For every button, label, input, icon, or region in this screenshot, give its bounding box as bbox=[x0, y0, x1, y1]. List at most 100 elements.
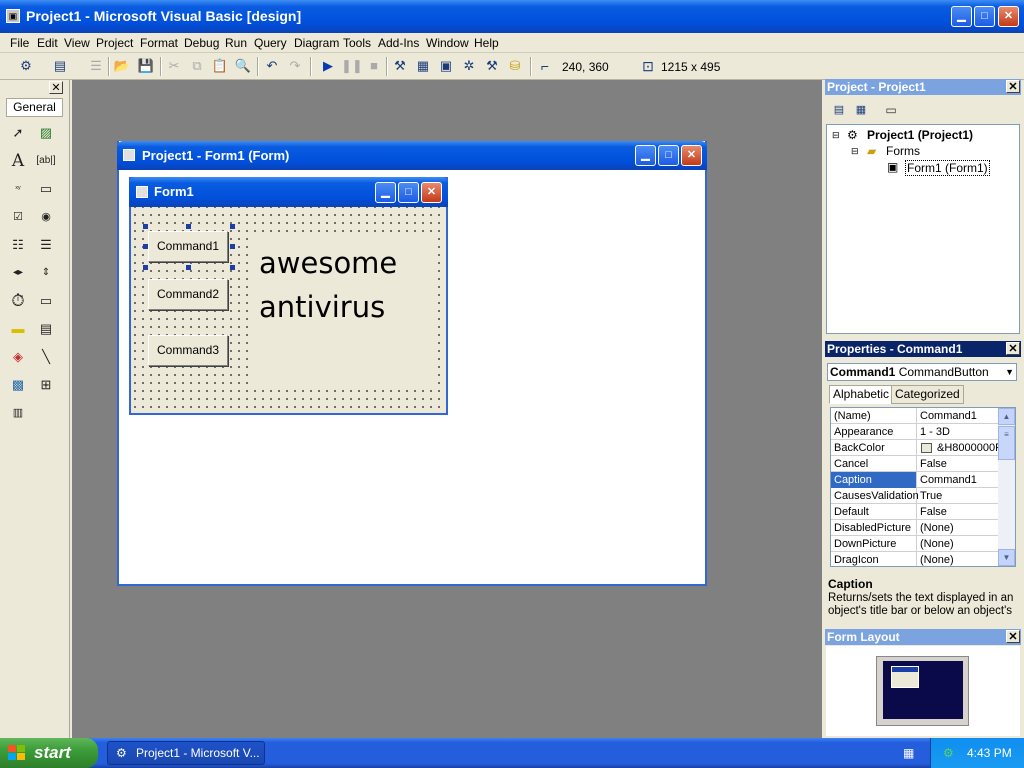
listbox-tool-icon[interactable]: ☰ bbox=[35, 234, 57, 256]
property-row[interactable]: (Name) Command1 bbox=[831, 408, 999, 424]
form-designer-title-bar[interactable]: Project1 - Form1 (Form) bbox=[117, 141, 707, 170]
scroll-up-icon[interactable]: ▲ bbox=[998, 408, 1015, 425]
forms-folder-node[interactable]: Forms bbox=[886, 144, 920, 158]
menu-editor-icon[interactable]: ☰ bbox=[86, 57, 106, 75]
property-row[interactable]: DownPicture (None) bbox=[831, 536, 999, 552]
pointer-tool-icon[interactable]: ➚ bbox=[7, 122, 29, 144]
menu-run[interactable]: Run bbox=[225, 36, 247, 50]
form1-node[interactable]: Form1 (Form1) bbox=[905, 160, 990, 176]
menu-tools[interactable]: Tools bbox=[343, 36, 371, 50]
form1-maximize-button[interactable]: □ bbox=[398, 182, 419, 203]
vb-app-icon[interactable]: ▣ bbox=[6, 9, 20, 23]
undo-icon[interactable]: ↶ bbox=[262, 57, 282, 75]
start-icon[interactable]: ▶ bbox=[318, 57, 338, 75]
selection-handle[interactable] bbox=[230, 244, 235, 249]
cut-icon[interactable]: ✂ bbox=[164, 57, 184, 75]
menu-file[interactable]: File bbox=[10, 36, 29, 50]
menu-debug[interactable]: Debug bbox=[184, 36, 219, 50]
form1-close-button[interactable]: ✕ bbox=[421, 182, 442, 203]
properties-panel-header[interactable]: Properties - Command1 ✕ bbox=[825, 341, 1021, 357]
add-project-icon[interactable]: ⚙ bbox=[16, 57, 36, 75]
selection-handle[interactable] bbox=[230, 224, 235, 229]
tab-categorized[interactable]: Categorized bbox=[891, 385, 964, 404]
data-view-icon[interactable]: ⛁ bbox=[505, 57, 525, 75]
clock[interactable]: 4:43 PM bbox=[967, 738, 1012, 768]
properties-panel-close-icon[interactable]: ✕ bbox=[1006, 342, 1020, 355]
toolbox-close-icon[interactable]: ✕ bbox=[49, 81, 63, 94]
project-explorer-icon[interactable]: ⚒ bbox=[390, 57, 410, 75]
textbox-tool-icon[interactable]: [ab|] bbox=[35, 150, 57, 172]
data-tool-icon[interactable]: ⊞ bbox=[35, 374, 57, 396]
taskbar-item-vb[interactable]: ⚙ Project1 - Microsoft V... bbox=[107, 741, 265, 765]
network-icon[interactable]: ⚙ bbox=[943, 738, 954, 768]
menu-project[interactable]: Project bbox=[96, 36, 133, 50]
selection-handle[interactable] bbox=[143, 224, 148, 229]
property-row[interactable]: BackColor &H8000000F bbox=[831, 440, 999, 456]
add-form-icon[interactable]: ▤ bbox=[50, 57, 70, 75]
filelistbox-tool-icon[interactable]: ▤ bbox=[35, 318, 57, 340]
form-layout-icon[interactable]: ▣ bbox=[436, 57, 456, 75]
maximize-button[interactable]: □ bbox=[974, 6, 995, 27]
form-window-minimize-button[interactable]: ▁ bbox=[635, 145, 656, 166]
project-panel-header[interactable]: Project - Project1 ✕ bbox=[825, 79, 1021, 95]
close-button[interactable]: ✕ bbox=[998, 6, 1019, 27]
collapse-icon[interactable]: ⊟ bbox=[832, 130, 840, 141]
frame-tool-icon[interactable]: ˣʸ bbox=[7, 178, 29, 200]
combobox-tool-icon[interactable]: ☷ bbox=[7, 234, 29, 256]
toolbox-general-tab[interactable]: General bbox=[6, 98, 63, 117]
form-layout-close-icon[interactable]: ✕ bbox=[1006, 630, 1020, 643]
save-project-icon[interactable]: 💾 bbox=[136, 57, 156, 75]
keyboard-icon[interactable]: ▦ bbox=[903, 746, 914, 760]
property-row[interactable]: Appearance 1 - 3D bbox=[831, 424, 999, 440]
form-label[interactable]: awesome antivirus bbox=[253, 235, 433, 385]
timer-tool-icon[interactable]: ⏱ bbox=[7, 290, 29, 312]
chevron-down-icon[interactable]: ▼ bbox=[1005, 364, 1014, 380]
view-code-icon[interactable]: ▤ bbox=[829, 101, 849, 119]
scroll-thumb[interactable]: ≡ bbox=[998, 426, 1015, 460]
hscrollbar-tool-icon[interactable]: ◂▸ bbox=[7, 262, 29, 284]
menu-window[interactable]: Window bbox=[426, 36, 469, 50]
mini-form-preview[interactable] bbox=[891, 666, 919, 688]
view-object-icon[interactable]: ▦ bbox=[851, 101, 871, 119]
selection-handle[interactable] bbox=[143, 244, 148, 249]
scroll-down-icon[interactable]: ▼ bbox=[998, 549, 1015, 566]
property-row[interactable]: CausesValidation True bbox=[831, 488, 999, 504]
main-title-bar[interactable]: Project1 - Microsoft Visual Basic [desig… bbox=[0, 0, 1024, 33]
minimize-button[interactable]: ▁ bbox=[951, 6, 972, 27]
end-icon[interactable]: ■ bbox=[364, 57, 384, 75]
dirlistbox-tool-icon[interactable]: ▬ bbox=[7, 318, 29, 340]
copy-icon[interactable]: ⧉ bbox=[187, 57, 207, 75]
shape-tool-icon[interactable]: ◈ bbox=[7, 346, 29, 368]
label-tool-icon[interactable]: A bbox=[7, 150, 29, 172]
ole-tool-icon[interactable]: ▥ bbox=[7, 402, 29, 424]
toggle-folders-icon[interactable]: ▭ bbox=[881, 101, 901, 119]
command3-button[interactable]: Command3 bbox=[148, 335, 228, 366]
picturebox-tool-icon[interactable]: ▨ bbox=[35, 122, 57, 144]
menu-view[interactable]: View bbox=[64, 36, 90, 50]
form-window-maximize-button[interactable]: □ bbox=[658, 145, 679, 166]
property-scrollbar[interactable]: ▲ ≡ ▼ bbox=[998, 408, 1015, 566]
selection-handle[interactable] bbox=[186, 265, 191, 270]
image-tool-icon[interactable]: ▩ bbox=[7, 374, 29, 396]
menu-addins[interactable]: Add-Ins bbox=[378, 36, 419, 50]
form1-minimize-button[interactable]: ▁ bbox=[375, 182, 396, 203]
drivelistbox-tool-icon[interactable]: ▭ bbox=[35, 290, 57, 312]
paste-icon[interactable]: 📋 bbox=[210, 57, 230, 75]
menu-diagram[interactable]: Diagram bbox=[294, 36, 339, 50]
property-row[interactable]: DragIcon (None) bbox=[831, 552, 999, 566]
properties-window-icon[interactable]: ▦ bbox=[413, 57, 433, 75]
menu-format[interactable]: Format bbox=[140, 36, 178, 50]
selection-handle[interactable] bbox=[186, 224, 191, 229]
checkbox-tool-icon[interactable]: ☑ bbox=[7, 206, 29, 228]
property-row-selected[interactable]: Caption Command1 bbox=[831, 472, 999, 488]
form-layout-header[interactable]: Form Layout ✕ bbox=[825, 629, 1021, 645]
toolbox-icon[interactable]: ⚒ bbox=[482, 57, 502, 75]
selection-handle[interactable] bbox=[230, 265, 235, 270]
vscrollbar-tool-icon[interactable]: ⇕ bbox=[35, 262, 57, 284]
command2-button[interactable]: Command2 bbox=[148, 279, 228, 310]
optionbutton-tool-icon[interactable]: ◉ bbox=[35, 206, 57, 228]
break-icon[interactable]: ❚❚ bbox=[341, 57, 363, 75]
object-browser-icon[interactable]: ✲ bbox=[459, 57, 479, 75]
property-row[interactable]: Cancel False bbox=[831, 456, 999, 472]
open-project-icon[interactable]: 📂 bbox=[112, 57, 132, 75]
